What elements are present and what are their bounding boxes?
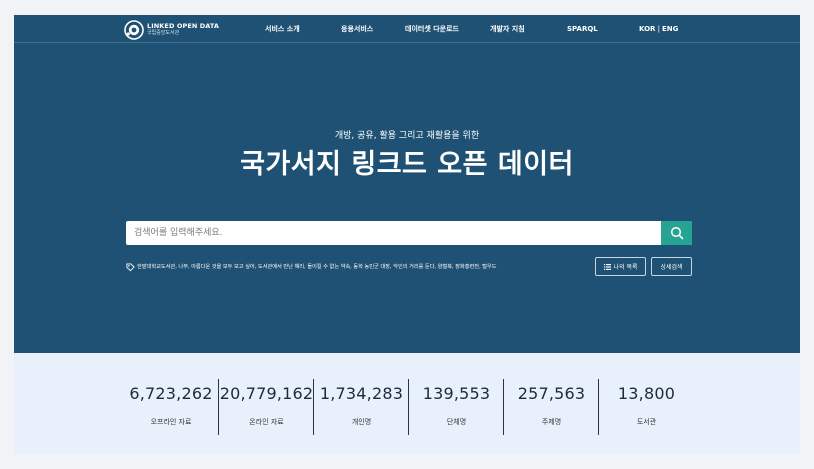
statistics-section: 6,723,262 오프라인 자료 20,779,162 온라인 자료 1,73… [14, 353, 800, 454]
nav-sparql[interactable]: SPARQL [567, 24, 598, 34]
tag-list: 한밭대학교도서관, 나무, 아름다운 것을 모두 보고 싶어, 도서관에서 만난… [137, 262, 497, 272]
tag-link[interactable]: 아름다운 것을 모두 보고 싶어 [191, 264, 255, 270]
hero-title: 국가서지 링크드 오픈 데이터 [240, 149, 574, 180]
tag-link[interactable]: 장화홍련전 [455, 264, 479, 270]
nav-developer-guide[interactable]: 개발자 지침 [490, 24, 525, 34]
stat-label: 도서관 [636, 418, 657, 426]
stat-libraries: 13,800 도서관 [599, 353, 694, 454]
stat-label: 단체명 [446, 418, 467, 426]
tag-link[interactable]: 악인의 거리를 둔다 [393, 264, 434, 270]
tag-link[interactable]: 털우드 [482, 264, 496, 270]
tag-link[interactable]: 돌이킬 수 없는 약속 [307, 264, 350, 270]
popular-tags: 한밭대학교도서관, 나무, 아름다운 것을 모두 보고 싶어, 도서관에서 만난… [126, 262, 497, 272]
logo-title: LINKED OPEN DATA [147, 21, 220, 30]
stat-value: 257,563 [517, 384, 586, 403]
hero-subtitle: 개방, 공유, 활용 그리고 재활용을 위한 [334, 131, 480, 141]
logo-subtitle: 국립중앙도서관 [147, 30, 180, 37]
stat-label: 오프라인 자료 [150, 418, 192, 426]
tag-link[interactable]: 한밭대학교도서관 [137, 264, 175, 270]
my-list-label: 나의 목록 [613, 264, 638, 271]
tag-link[interactable]: 동학 농민군 대장 [353, 264, 390, 270]
stat-label: 주제명 [541, 418, 562, 426]
tag-icon [126, 262, 135, 271]
advanced-search-button[interactable]: 상세검색 [651, 257, 692, 276]
stat-label: 개인명 [351, 418, 372, 426]
tag-link[interactable]: 양철북 [438, 264, 452, 270]
hero-section: LINKED OPEN DATA 국립중앙도서관 서비스 소개 응용서비스 데이… [14, 15, 800, 353]
logo-icon [124, 19, 144, 40]
list-icon [603, 263, 611, 270]
language-switcher: KOR | ENG [639, 24, 678, 34]
stat-offline-materials: 6,723,262 오프라인 자료 [106, 353, 236, 454]
my-list-button[interactable]: 나의 목록 [595, 257, 646, 276]
lang-eng[interactable]: ENG [662, 25, 678, 33]
stat-value: 6,723,262 [129, 384, 213, 403]
lang-kor[interactable]: KOR [639, 25, 655, 33]
stat-value: 139,553 [422, 384, 491, 403]
stat-online-materials: 20,779,162 온라인 자료 [219, 353, 314, 454]
stat-value: 20,779,162 [219, 384, 314, 403]
stat-subject-names: 257,563 주제명 [504, 353, 599, 454]
stat-value: 1,734,283 [319, 384, 404, 403]
search-button[interactable] [661, 221, 692, 245]
lang-separator: | [657, 25, 661, 33]
search-input[interactable] [126, 221, 661, 245]
search-box [126, 221, 692, 245]
search-icon [670, 226, 683, 240]
nav-applied-services[interactable]: 응용서비스 [341, 24, 373, 34]
nav-service-intro[interactable]: 서비스 소개 [265, 24, 300, 34]
tag-link[interactable]: 나무 [178, 264, 188, 270]
top-navigation: LINKED OPEN DATA 국립중앙도서관 서비스 소개 응용서비스 데이… [14, 15, 800, 43]
stat-label: 온라인 자료 [249, 418, 284, 426]
stat-value: 13,800 [617, 384, 676, 403]
tag-link[interactable]: 도서관에서 만난 해리 [258, 264, 304, 270]
logo[interactable]: LINKED OPEN DATA 국립중앙도서관 [124, 19, 219, 40]
nav-dataset-download[interactable]: 데이터셋 다운로드 [405, 24, 459, 34]
stat-personal-names: 1,734,283 개인명 [314, 353, 409, 454]
stat-corporate-names: 139,553 단체명 [409, 353, 504, 454]
